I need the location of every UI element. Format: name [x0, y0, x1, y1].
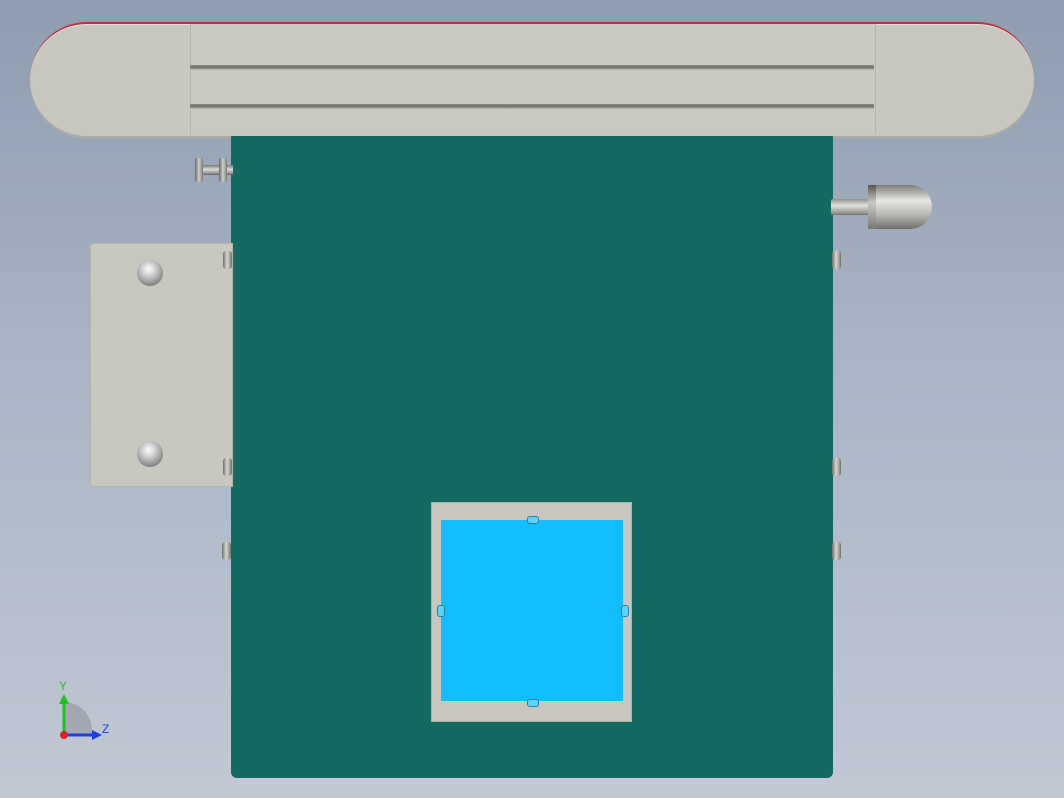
motor-flange: [868, 185, 876, 229]
motor-shaft: [831, 199, 871, 215]
window-clip-right: [621, 605, 629, 617]
right-bolt-3: [832, 542, 841, 560]
z-axis-label: Z: [102, 722, 110, 736]
belt-cover-panel: [190, 24, 876, 134]
left-bolt-3: [222, 542, 231, 560]
bracket-ball-top: [137, 260, 163, 286]
belt-groove-lower: [190, 104, 874, 110]
window-clip-top: [527, 516, 539, 524]
y-axis-label: Y: [59, 679, 68, 693]
belt-groove-upper: [190, 65, 874, 71]
drive-motor: [868, 185, 932, 229]
bracket-ball-bottom: [137, 441, 163, 467]
left-bolt-2: [223, 458, 232, 476]
inspection-window-glass: [441, 520, 623, 701]
orientation-triad[interactable]: Y Z: [54, 680, 124, 742]
window-clip-bottom: [527, 699, 539, 707]
adjustment-screw: [195, 158, 233, 182]
right-bolt-2: [832, 458, 841, 476]
left-bolt-1: [223, 251, 232, 269]
right-bolt-1: [832, 251, 841, 269]
window-clip-left: [437, 605, 445, 617]
